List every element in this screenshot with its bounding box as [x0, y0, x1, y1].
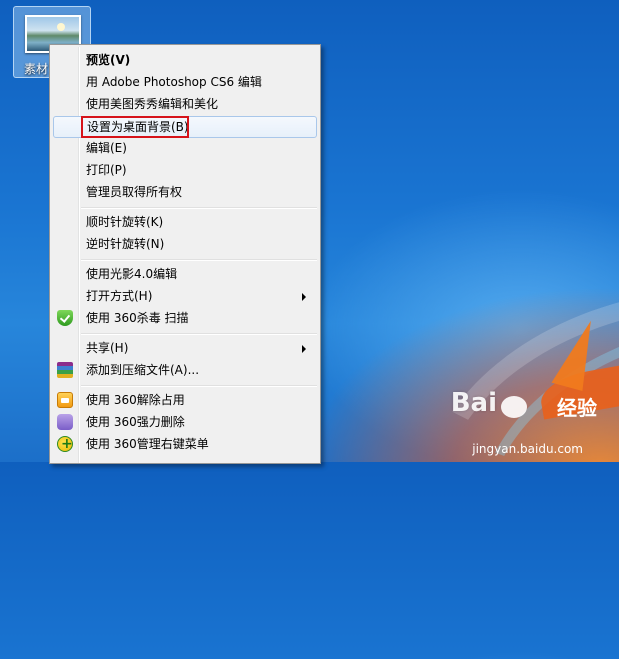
- winrar-icon: [57, 362, 73, 378]
- menu-item-label: 使用光影4.0编辑: [86, 267, 178, 281]
- menu-item-360-scan[interactable]: 使用 360杀毒 扫描: [52, 307, 318, 329]
- menu-item-label: 使用 360杀毒 扫描: [86, 311, 189, 325]
- menu-item-guangying[interactable]: 使用光影4.0编辑: [52, 263, 318, 285]
- menu-item-preview[interactable]: 预览(V): [52, 49, 318, 71]
- menu-separator: [81, 259, 317, 261]
- menu-item-label: 使用美图秀秀编辑和美化: [86, 97, 219, 111]
- annotation-highlight-box: [81, 116, 189, 138]
- menu-item-label: 编辑(E): [86, 141, 127, 155]
- menu-item-print[interactable]: 打印(P): [52, 159, 318, 181]
- menu-item-360-manage-menu[interactable]: 使用 360管理右键菜单: [52, 433, 318, 455]
- manage-menu-icon: [57, 433, 73, 455]
- watermark-brand: Bai: [450, 388, 497, 418]
- unlock-icon: [57, 392, 73, 408]
- menu-item-label: 使用 360解除占用: [86, 393, 185, 407]
- watermark-brand-jingyan: 经验: [557, 396, 597, 420]
- watermark-url: jingyan.baidu.com: [472, 442, 583, 456]
- menu-item-label: 用 Adobe Photoshop CS6 编辑: [86, 75, 262, 89]
- menu-item-label: 管理员取得所有权: [86, 185, 183, 199]
- menu-item-label: 使用 360管理右键菜单: [86, 437, 209, 451]
- submenu-arrow-icon: [302, 293, 306, 301]
- menu-item-rotate-clockwise[interactable]: 顺时针旋转(K): [52, 211, 318, 233]
- menu-item-share[interactable]: 共享(H): [52, 337, 318, 359]
- menu-item-360-unlock[interactable]: 使用 360解除占用: [52, 389, 318, 411]
- menu-item-label: 打开方式(H): [86, 289, 153, 303]
- menu-item-label: 使用 360强力删除: [86, 415, 185, 429]
- menu-item-rotate-counterclockwise[interactable]: 逆时针旋转(N): [52, 233, 318, 255]
- menu-item-meitu[interactable]: 使用美图秀秀编辑和美化: [52, 93, 318, 115]
- menu-item-add-to-archive[interactable]: 添加到压缩文件(A)...: [52, 359, 318, 381]
- menu-separator: [81, 207, 317, 209]
- menu-item-label: 添加到压缩文件(A)...: [86, 363, 200, 377]
- menu-item-label: 共享(H): [86, 341, 129, 355]
- menu-item-label: 打印(P): [86, 163, 127, 177]
- menu-item-open-with[interactable]: 打开方式(H): [52, 285, 318, 307]
- menu-item-photoshop[interactable]: 用 Adobe Photoshop CS6 编辑: [52, 71, 318, 93]
- menu-item-label: 预览(V): [86, 53, 131, 67]
- baidu-paw-icon: [501, 396, 527, 418]
- menu-item-label: 顺时针旋转(K): [86, 215, 164, 229]
- submenu-arrow-icon: [302, 345, 306, 353]
- menu-separator: [81, 333, 317, 335]
- 360-shield-icon: [57, 310, 73, 326]
- menu-item-label: 逆时针旋转(N): [86, 237, 165, 251]
- context-menu: 预览(V) 用 Adobe Photoshop CS6 编辑 使用美图秀秀编辑和…: [49, 44, 321, 464]
- menu-item-take-ownership[interactable]: 管理员取得所有权: [52, 181, 318, 203]
- menu-item-360-force-delete[interactable]: 使用 360强力删除: [52, 411, 318, 433]
- shred-icon: [57, 414, 73, 430]
- menu-item-edit[interactable]: 编辑(E): [52, 137, 318, 159]
- menu-separator: [81, 385, 317, 387]
